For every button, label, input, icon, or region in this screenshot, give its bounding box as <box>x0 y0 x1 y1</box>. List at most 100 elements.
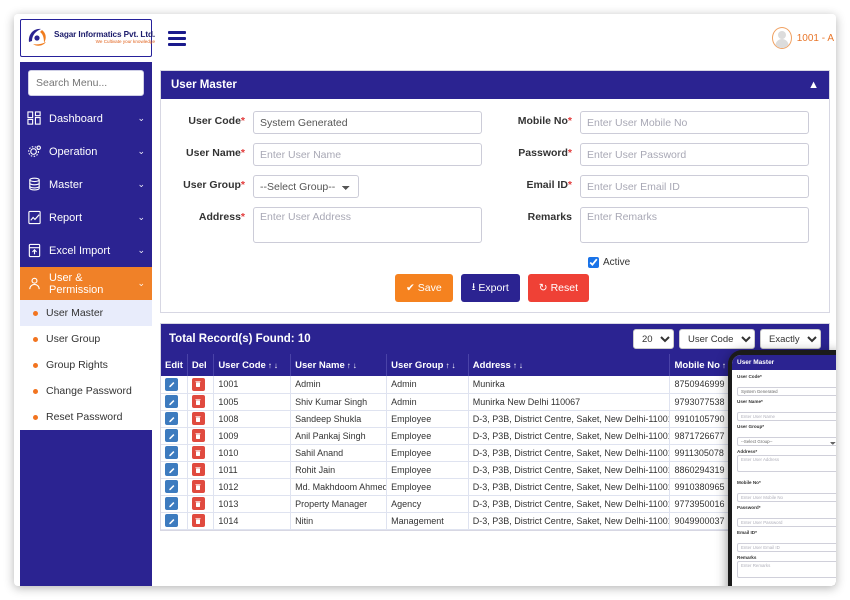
sidebar-item-label: Operation <box>49 145 98 158</box>
cell-user-code: 1010 <box>213 444 292 462</box>
mobile-email-id-input[interactable] <box>737 543 836 552</box>
application-window: Sagar Informatics Pvt. Ltd. We Cultivate… <box>14 14 836 586</box>
search-menu-input[interactable] <box>28 70 144 96</box>
sidebar-item-excel-import[interactable]: Excel Import ⌄ <box>20 234 152 267</box>
column-user-group[interactable]: User Group ↑ ↓ <box>386 354 469 376</box>
sidebar-item-user-permission[interactable]: User & Permission ⌄ <box>20 267 152 300</box>
sidebar-item-master[interactable]: Master ⌄ <box>20 168 152 201</box>
cell-user-group: Employee <box>386 410 469 428</box>
cell-user-name: Shiv Kumar Singh <box>290 393 388 411</box>
sort-desc-icon: ↓ <box>352 360 357 370</box>
sidebar-item-change-password[interactable]: Change Password <box>20 378 152 404</box>
password-input[interactable] <box>580 143 809 166</box>
mobile-preview-device: User Master ▲ User Code* User Name* User… <box>728 350 836 586</box>
active-checkbox[interactable] <box>588 257 599 268</box>
save-button[interactable]: ✔ Save <box>394 274 453 302</box>
trash-icon[interactable] <box>191 514 205 527</box>
page-size-select[interactable]: 20 <box>633 329 674 349</box>
sidebar-item-operation[interactable]: Operation ⌄ <box>20 135 152 168</box>
field-label: Address* <box>198 211 245 223</box>
trash-icon[interactable] <box>191 463 205 476</box>
address-input[interactable] <box>253 207 482 243</box>
panel-header: User Master ▲ <box>161 71 829 99</box>
pencil-icon[interactable] <box>165 395 178 408</box>
trash-icon[interactable] <box>191 412 205 425</box>
trash-icon[interactable] <box>191 497 205 510</box>
company-logo: Sagar Informatics Pvt. Ltd. We Cultivate… <box>20 19 155 57</box>
bullet-icon <box>33 414 38 420</box>
sidebar-item-group-rights[interactable]: Group Rights <box>20 352 152 378</box>
cell-user-name: Sahil Anand <box>290 444 388 462</box>
pencil-icon[interactable] <box>165 514 178 527</box>
pencil-icon[interactable] <box>165 463 178 476</box>
mobile-user-group-select[interactable]: --Select Group-- <box>737 437 836 446</box>
sidebar-item-report[interactable]: Report ⌄ <box>20 201 152 234</box>
field-password: Password* <box>492 143 819 166</box>
bullet-icon <box>33 310 38 316</box>
pencil-icon[interactable] <box>165 377 178 391</box>
trash-icon[interactable] <box>191 480 205 493</box>
chevron-down-icon: ⌄ <box>137 179 145 189</box>
cell-user-name: Md. Makhdoom Ahmed <box>290 478 388 496</box>
email-id-input[interactable] <box>580 175 809 198</box>
trash-icon[interactable] <box>191 429 205 442</box>
sidebar-submenu: User Master User Group Group Rights Chan… <box>20 300 152 430</box>
column-user-code[interactable]: User Code ↑ ↓ <box>213 354 292 376</box>
field-label: User Code* <box>188 115 245 127</box>
cell-address: Munirka <box>468 376 671 394</box>
records-count-label: Total Record(s) Found: 10 <box>169 333 311 345</box>
trash-icon[interactable] <box>191 446 205 459</box>
pencil-icon[interactable] <box>165 497 178 510</box>
mobile-user-code-input[interactable] <box>737 387 836 396</box>
cell-user-code: 1013 <box>213 495 292 513</box>
field-label: Email ID* <box>526 179 572 191</box>
sidebar-item-dashboard[interactable]: Dashboard ⌄ <box>20 102 152 135</box>
mobile-label-user-code: User Code* <box>737 374 762 379</box>
records-toolbar: 20 User Code Exactly <box>633 329 821 349</box>
sidebar-item-user-group[interactable]: User Group <box>20 326 152 352</box>
user-avatar-icon[interactable] <box>771 27 792 49</box>
user-code-input[interactable] <box>253 111 482 134</box>
cell-edit <box>161 393 188 411</box>
user-group-select[interactable]: --Select Group-- <box>253 175 359 198</box>
pencil-icon[interactable] <box>165 446 178 459</box>
remarks-input[interactable] <box>580 207 809 243</box>
match-mode-select[interactable]: Exactly <box>760 329 821 349</box>
reset-button[interactable]: ↻ Reset <box>527 274 590 302</box>
mobile-user-name-input[interactable] <box>737 412 836 421</box>
cell-user-group: Agency <box>386 495 469 513</box>
cell-user-group: Employee <box>386 461 469 479</box>
sidebar-item-reset-password[interactable]: Reset Password <box>20 404 152 430</box>
dashboard-icon <box>27 111 42 126</box>
search-column-select[interactable]: User Code <box>679 329 755 349</box>
sidebar-item-user-master[interactable]: User Master <box>20 300 152 326</box>
user-name-input[interactable] <box>253 143 482 166</box>
chevron-up-icon[interactable]: ▲ <box>835 360 836 366</box>
cell-edit <box>161 495 188 513</box>
cell-user-name: Rohit Jain <box>290 461 388 479</box>
mobile-address-input[interactable] <box>737 455 836 472</box>
page-title: User Master <box>171 79 237 91</box>
report-chart-icon <box>27 210 42 225</box>
hamburger-icon[interactable] <box>168 30 186 46</box>
trash-icon[interactable] <box>191 395 205 408</box>
topbar-user-area[interactable]: 1001 - A <box>771 27 836 49</box>
pencil-icon[interactable] <box>165 412 178 425</box>
sidebar-subitem-label: User Group <box>46 333 101 345</box>
chevron-up-icon[interactable]: ▲ <box>808 79 819 91</box>
sidebar-subitem-label: Group Rights <box>46 359 108 371</box>
user-master-panel: User Master ▲ User Code* User Name* <box>160 70 830 313</box>
column-address[interactable]: Address ↑ ↓ <box>468 354 671 376</box>
mobile-remarks-input[interactable] <box>737 561 836 578</box>
pencil-icon[interactable] <box>165 480 178 493</box>
column-user-name[interactable]: User Name ↑ ↓ <box>290 354 388 376</box>
pencil-icon[interactable] <box>165 429 178 442</box>
mobile-no-input[interactable] <box>580 111 809 134</box>
cell-user-code: 1005 <box>213 393 292 411</box>
trash-icon[interactable] <box>191 377 205 391</box>
export-button[interactable]: ⭳ Export <box>460 274 520 302</box>
mobile-password-input[interactable] <box>737 518 836 527</box>
mobile-label-mobile-no: Mobile No* <box>737 480 761 485</box>
mobile-mobile-no-input[interactable] <box>737 493 836 502</box>
column-edit: Edit <box>161 354 188 376</box>
